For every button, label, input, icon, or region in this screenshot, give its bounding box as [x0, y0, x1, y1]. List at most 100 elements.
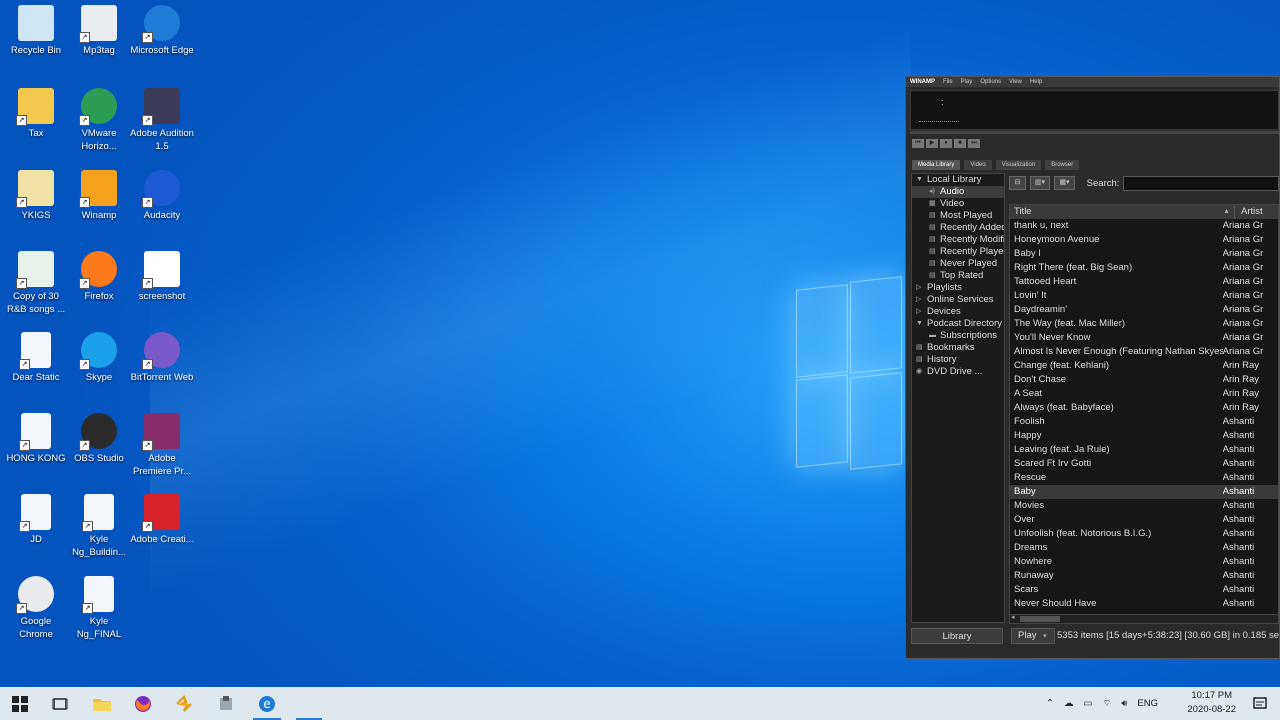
desktop-icon[interactable]: ↗ JD — [4, 494, 68, 546]
desktop-icon[interactable]: ↗ HONG KONG — [4, 413, 68, 465]
start-button[interactable] — [0, 687, 40, 720]
layout-icon[interactable]: ▦▾ — [1054, 176, 1075, 190]
search-input[interactable] — [1123, 175, 1280, 191]
menu-play[interactable]: Play — [961, 79, 973, 85]
volume-icon[interactable]: 🔊︎ — [1121, 698, 1127, 709]
onedrive-icon[interactable]: ☁ — [1064, 698, 1074, 709]
stop-icon[interactable]: ■ — [954, 139, 966, 148]
table-row[interactable]: Happy Ashanti — [1010, 429, 1278, 443]
desktop-icon[interactable]: ↗ Skype — [67, 332, 131, 384]
desktop-icon[interactable]: ↗ YKIGS — [4, 170, 68, 222]
play-button[interactable]: Play ▾ — [1011, 628, 1055, 644]
winamp-window[interactable]: WINAMP File Play Options View Help : ⏮ ▶… — [905, 76, 1280, 659]
desktop-icon[interactable]: ↗ Google Chrome — [4, 576, 68, 641]
library-button[interactable]: Library — [911, 628, 1003, 644]
tab-video[interactable]: Video — [964, 160, 992, 170]
tab-media-library[interactable]: Media Library — [912, 160, 961, 170]
taskbar-file-explorer[interactable] — [82, 687, 122, 720]
table-row[interactable]: A Seat Arin Ray — [1010, 387, 1278, 401]
columns-icon[interactable]: ▥▾ — [1029, 176, 1051, 190]
tree-item[interactable]: ▤ Recently Modified — [912, 234, 1004, 246]
chevron-down-icon[interactable]: ▾ — [1043, 633, 1047, 640]
table-row[interactable]: Tattooed Heart Ariana Gr — [1010, 275, 1278, 289]
desktop-icon[interactable]: ↗ Dear Static — [4, 332, 68, 384]
tab-visualization[interactable]: Visualization — [995, 160, 1042, 170]
network-icon[interactable]: ⌔ — [1102, 698, 1111, 709]
table-row[interactable]: Daydreamin' Ariana Gr — [1010, 303, 1278, 317]
tree-item[interactable]: ▤ Recently Added — [912, 222, 1004, 234]
desktop-icon[interactable]: ↗ Mp3tag — [67, 5, 131, 57]
table-row[interactable]: The Way (feat. Mac Miller) Ariana Gr — [1010, 317, 1278, 331]
tree-item[interactable]: ▷ Online Services — [912, 294, 1004, 306]
column-artist[interactable]: Artist — [1235, 205, 1263, 219]
tree-item[interactable]: ▬ Subscriptions — [912, 330, 1004, 342]
menu-help[interactable]: Help — [1030, 79, 1042, 85]
clock[interactable]: 10:17 PM 2020-08-22 — [1187, 689, 1236, 717]
table-row[interactable]: Dreams Ashanti — [1010, 541, 1278, 555]
tree-item[interactable]: ▤ History — [912, 354, 1004, 366]
desktop-icon[interactable]: ↗ Adobe Creati... — [130, 494, 194, 546]
winamp-title-bar[interactable]: WINAMP File Play Options View Help — [906, 77, 1279, 87]
tree-item[interactable]: ▤ Bookmarks — [912, 342, 1004, 354]
task-view-button[interactable] — [40, 687, 80, 720]
taskbar-edge[interactable]: e — [247, 687, 287, 720]
pause-icon[interactable]: ⏸ — [940, 139, 952, 148]
table-row[interactable]: Always (feat. Babyface) Arin Ray — [1010, 401, 1278, 415]
tree-item[interactable]: ▤ Never Played — [912, 258, 1004, 270]
table-row[interactable]: Almost Is Never Enough (Featuring Nathan… — [1010, 345, 1278, 359]
desktop-icon[interactable]: ↗ Audacity — [130, 170, 194, 222]
table-row[interactable]: You'll Never Know Ariana Gr — [1010, 331, 1278, 345]
table-row[interactable]: Baby Ashanti — [1010, 485, 1278, 499]
desktop-icon[interactable]: ↗ Winamp — [67, 170, 131, 222]
desktop-icon[interactable]: ↗ screenshot — [130, 251, 194, 303]
tree-item[interactable]: ▼ Local Library — [912, 174, 1004, 186]
desktop-icon[interactable]: ↗ Kyle Ng_Buildin... — [67, 494, 131, 559]
desktop-icon[interactable]: ↗ Copy of 30 R&B songs ... — [4, 251, 68, 316]
table-row[interactable]: Unfoolish (feat. Notorious B.I.G.) Ashant… — [1010, 527, 1278, 541]
seek-bar[interactable] — [910, 131, 1279, 134]
horizontal-scrollbar[interactable]: ◂ — [1009, 614, 1279, 624]
tree-item[interactable]: ▤ Recently Played — [912, 246, 1004, 258]
column-title[interactable]: Title ▲ — [1010, 205, 1235, 219]
table-row[interactable]: Foolish Ashanti — [1010, 415, 1278, 429]
desktop-icon[interactable]: ↗ VMware Horizo... — [67, 88, 131, 153]
chevron-up-icon[interactable]: ⌃ — [1046, 698, 1054, 709]
tab-browser[interactable]: Browser — [1045, 160, 1080, 170]
desktop-icon[interactable]: Recycle Bin — [4, 5, 68, 57]
table-row[interactable]: thank u, next Ariana Gr — [1010, 219, 1278, 233]
scrollbar-thumb[interactable] — [1020, 616, 1060, 622]
table-row[interactable]: Right There (feat. Big Sean) Ariana Gr — [1010, 261, 1278, 275]
table-row[interactable]: Movies Ashanti — [1010, 499, 1278, 513]
desktop-icon[interactable]: ↗ BitTorrent Web — [130, 332, 194, 384]
taskbar-app[interactable] — [206, 687, 246, 720]
previous-icon[interactable]: ⏮ — [912, 139, 924, 148]
table-row[interactable]: Over Ashanti — [1010, 513, 1278, 527]
taskbar-running-app[interactable] — [290, 687, 328, 720]
menu-view[interactable]: View — [1009, 79, 1022, 85]
tree-item[interactable]: ▤ Most Played — [912, 210, 1004, 222]
table-row[interactable]: Leaving (feat. Ja Rule) Ashanti — [1010, 443, 1278, 457]
table-row[interactable]: Rescue Ashanti — [1010, 471, 1278, 485]
language-indicator[interactable]: ENG — [1137, 698, 1158, 709]
table-row[interactable]: Don't Chase Arin Ray — [1010, 373, 1278, 387]
tree-item[interactable]: ▷ Playlists — [912, 282, 1004, 294]
table-row[interactable]: Lovin' It Ariana Gr — [1010, 289, 1278, 303]
tree-item[interactable]: ◂) Audio — [912, 186, 1004, 198]
battery-icon[interactable]: ▭ — [1083, 698, 1092, 709]
table-row[interactable]: Honeymoon Avenue Ariana Gr — [1010, 233, 1278, 247]
desktop-icon[interactable]: ↗ OBS Studio — [67, 413, 131, 465]
tree-item[interactable]: ◉ DVD Drive ... — [912, 366, 1004, 378]
desktop-icon[interactable]: ↗ Firefox — [67, 251, 131, 303]
scroll-left-icon[interactable]: ◂ — [1011, 613, 1015, 621]
table-row[interactable]: Scars Ashanti — [1010, 583, 1278, 597]
desktop-icon[interactable]: ↗ Adobe Audition 1.5 — [130, 88, 194, 153]
menu-file[interactable]: File — [943, 79, 953, 85]
next-icon[interactable]: ⏭ — [968, 139, 980, 148]
table-row[interactable]: Baby I Ariana Gr — [1010, 247, 1278, 261]
tree-item[interactable]: ▷ Devices — [912, 306, 1004, 318]
view-icon[interactable]: ⊟ — [1009, 176, 1026, 190]
tree-item[interactable]: ▦ Video — [912, 198, 1004, 210]
menu-options[interactable]: Options — [980, 79, 1001, 85]
desktop-icon[interactable]: ↗ Microsoft Edge — [130, 5, 194, 57]
tree-item[interactable]: ▤ Top Rated — [912, 270, 1004, 282]
